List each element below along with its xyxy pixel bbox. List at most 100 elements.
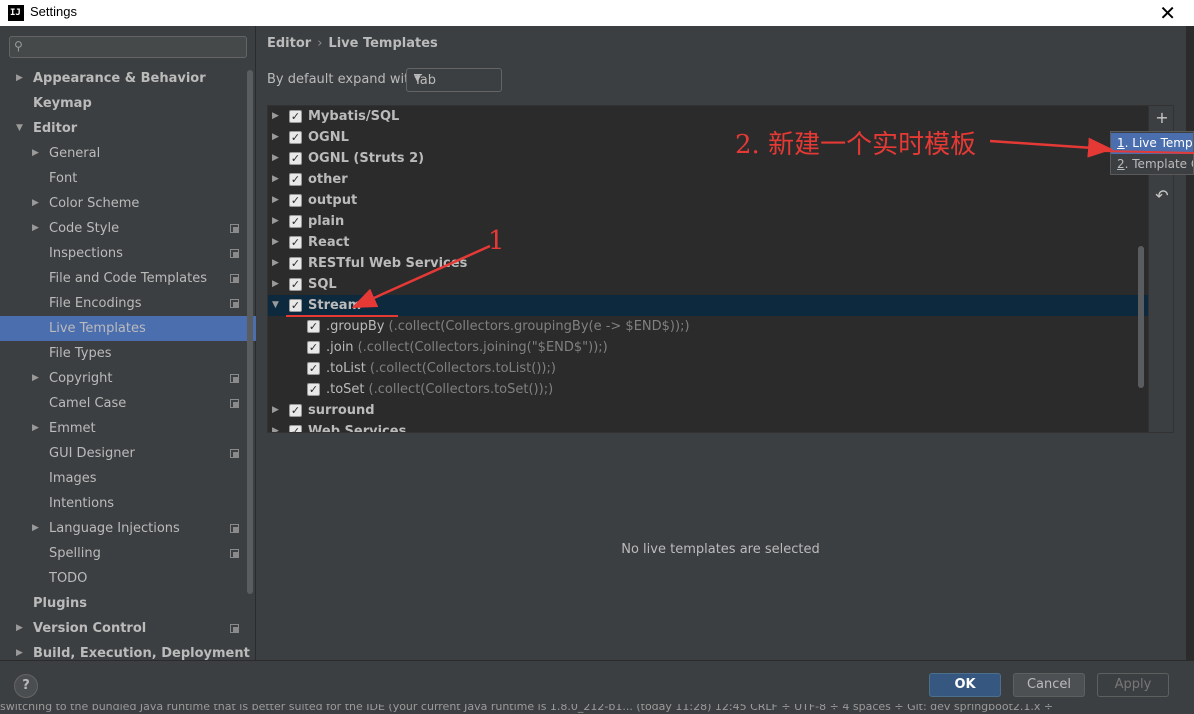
chevron-right-icon[interactable]: ▶ — [272, 232, 279, 253]
chevron-right-icon[interactable]: ▶ — [272, 211, 279, 232]
sidebar-item-file-encodings[interactable]: File Encodings — [0, 291, 256, 316]
sidebar-item-intentions[interactable]: Intentions — [0, 491, 256, 516]
checkbox[interactable]: ✓ — [289, 110, 302, 123]
sidebar-item-keymap[interactable]: Keymap — [0, 91, 256, 116]
sidebar-item-font[interactable]: Font — [0, 166, 256, 191]
live-templates-panel: Editor › Live Templates By default expand … — [257, 26, 1192, 660]
sidebar-item-emmet[interactable]: ▶ Emmet — [0, 416, 256, 441]
template-group-react[interactable]: ▶ ✓ React — [268, 232, 1148, 253]
template-group-restful-web-services[interactable]: ▶ ✓ RESTful Web Services — [268, 253, 1148, 274]
sidebar-scrollbar[interactable] — [247, 70, 253, 594]
template-item-join[interactable]: ✓ .join (.collect(Collectors.joining("$END… — [268, 337, 1148, 358]
sidebar-item-color-scheme[interactable]: ▶ Color Scheme — [0, 191, 256, 216]
expand-with-select[interactable]: Tab ▼ — [406, 68, 502, 92]
chevron-right-icon[interactable]: ▶ — [272, 127, 279, 148]
settings-search-input[interactable] — [32, 38, 242, 56]
close-icon[interactable]: ✕ — [1159, 1, 1176, 25]
template-group-mybatis-sql[interactable]: ▶ ✓ Mybatis/SQL — [268, 106, 1148, 127]
undo-icon[interactable]: ↶ — [1154, 188, 1170, 204]
chevron-right-icon[interactable]: ▶ — [16, 616, 23, 641]
add-icon[interactable]: + — [1154, 110, 1170, 126]
project-scope-icon — [230, 249, 239, 258]
chevron-right-icon[interactable]: ▶ — [32, 141, 39, 166]
breadcrumb-current: Live Templates — [328, 36, 438, 51]
template-list-scrollbar[interactable] — [1138, 246, 1144, 388]
sidebar-item-code-style[interactable]: ▶ Code Style — [0, 216, 256, 241]
template-group-surround[interactable]: ▶ ✓ surround — [268, 400, 1148, 421]
chevron-right-icon[interactable]: ▶ — [32, 366, 39, 391]
template-group-ognl[interactable]: ▶ ✓ OGNL — [268, 127, 1148, 148]
sidebar-item-language-injections[interactable]: ▶ Language Injections — [0, 516, 256, 541]
chevron-right-icon[interactable]: ▶ — [32, 191, 39, 216]
ok-button[interactable]: OK — [929, 673, 1001, 697]
chevron-right-icon[interactable]: ▶ — [32, 216, 39, 241]
template-label: .toSet (.collect(Collectors.toSet());) — [326, 379, 553, 400]
chevron-right-icon[interactable]: ▶ — [272, 253, 279, 274]
checkbox[interactable]: ✓ — [289, 425, 302, 432]
sidebar-item-file-and-code-templates[interactable]: File and Code Templates — [0, 266, 256, 291]
stream-highlight-underline — [286, 315, 398, 317]
checkbox[interactable]: ✓ — [289, 173, 302, 186]
sidebar-item-gui-designer[interactable]: GUI Designer — [0, 441, 256, 466]
sidebar-item-appearance-behavior[interactable]: ▶ Appearance & Behavior — [0, 66, 256, 91]
sidebar-item-plugins[interactable]: Plugins — [0, 591, 256, 616]
chevron-right-icon[interactable]: ▶ — [272, 274, 279, 295]
chevron-right-icon[interactable]: ▶ — [272, 190, 279, 211]
checkbox[interactable]: ✓ — [289, 404, 302, 417]
checkbox[interactable]: ✓ — [307, 362, 320, 375]
cancel-button[interactable]: Cancel — [1013, 673, 1085, 697]
sidebar-item-editor[interactable]: ▼ Editor — [0, 116, 256, 141]
checkbox[interactable]: ✓ — [289, 215, 302, 228]
template-group-name: output — [308, 193, 358, 208]
sidebar-item-todo[interactable]: TODO — [0, 566, 256, 591]
breadcrumb-parent[interactable]: Editor — [267, 36, 311, 51]
sidebar-item-spelling[interactable]: Spelling — [0, 541, 256, 566]
chevron-right-icon[interactable]: ▶ — [272, 106, 279, 127]
chevron-right-icon[interactable]: ▶ — [272, 148, 279, 169]
apply-button[interactable]: Apply — [1097, 673, 1169, 697]
template-group-web-services[interactable]: ▶ ✓ Web Services — [268, 421, 1148, 432]
settings-search[interactable]: ⚲ — [9, 36, 247, 58]
checkbox[interactable]: ✓ — [289, 299, 302, 312]
chevron-right-icon[interactable]: ▶ — [272, 169, 279, 190]
checkbox[interactable]: ✓ — [289, 131, 302, 144]
template-item-toset[interactable]: ✓ .toSet (.collect(Collectors.toSet());) — [268, 379, 1148, 400]
chevron-right-icon[interactable]: ▶ — [32, 516, 39, 541]
chevron-right-icon[interactable]: ▶ — [32, 416, 39, 441]
checkbox[interactable]: ✓ — [307, 341, 320, 354]
popup-item-template-group[interactable]: 2. Template G — [1111, 154, 1193, 174]
sidebar-item-label: Camel Case — [49, 396, 127, 411]
template-group-other[interactable]: ▶ ✓ other — [268, 169, 1148, 190]
sidebar-item-version-control[interactable]: ▶ Version Control — [0, 616, 256, 641]
chevron-down-icon[interactable]: ▼ — [16, 116, 23, 141]
sidebar-item-general[interactable]: ▶ General — [0, 141, 256, 166]
chevron-right-icon[interactable]: ▶ — [272, 400, 279, 421]
checkbox[interactable]: ✓ — [289, 236, 302, 249]
template-group-ognl-struts-2[interactable]: ▶ ✓ OGNL (Struts 2) — [268, 148, 1148, 169]
help-button[interactable]: ? — [14, 674, 38, 698]
chevron-right-icon[interactable]: ▶ — [272, 421, 279, 432]
template-group-stream[interactable]: ▼ ✓ Stream — [268, 295, 1148, 316]
template-group-plain[interactable]: ▶ ✓ plain — [268, 211, 1148, 232]
checkbox[interactable]: ✓ — [307, 320, 320, 333]
template-group-sql[interactable]: ▶ ✓ SQL — [268, 274, 1148, 295]
sidebar-item-live-templates[interactable]: Live Templates — [0, 316, 256, 341]
chevron-down-icon[interactable]: ▼ — [272, 295, 279, 316]
checkbox[interactable]: ✓ — [289, 278, 302, 291]
sidebar-item-camel-case[interactable]: Camel Case — [0, 391, 256, 416]
sidebar-item-file-types[interactable]: File Types — [0, 341, 256, 366]
checkbox[interactable]: ✓ — [289, 257, 302, 270]
template-group-output[interactable]: ▶ ✓ output — [268, 190, 1148, 211]
template-item-tolist[interactable]: ✓ .toList (.collect(Collectors.toList());) — [268, 358, 1148, 379]
project-scope-icon — [230, 374, 239, 383]
checkbox[interactable]: ✓ — [289, 152, 302, 165]
project-scope-icon — [230, 449, 239, 458]
checkbox[interactable]: ✓ — [289, 194, 302, 207]
popup-item-live-template[interactable]: 1. Live Templ — [1111, 133, 1193, 154]
template-item-groupby[interactable]: ✓ .groupBy (.collect(Collectors.groupingBy… — [268, 316, 1148, 337]
sidebar-item-images[interactable]: Images — [0, 466, 256, 491]
sidebar-item-copyright[interactable]: ▶ Copyright — [0, 366, 256, 391]
checkbox[interactable]: ✓ — [307, 383, 320, 396]
sidebar-item-inspections[interactable]: Inspections — [0, 241, 256, 266]
chevron-right-icon[interactable]: ▶ — [16, 66, 23, 91]
